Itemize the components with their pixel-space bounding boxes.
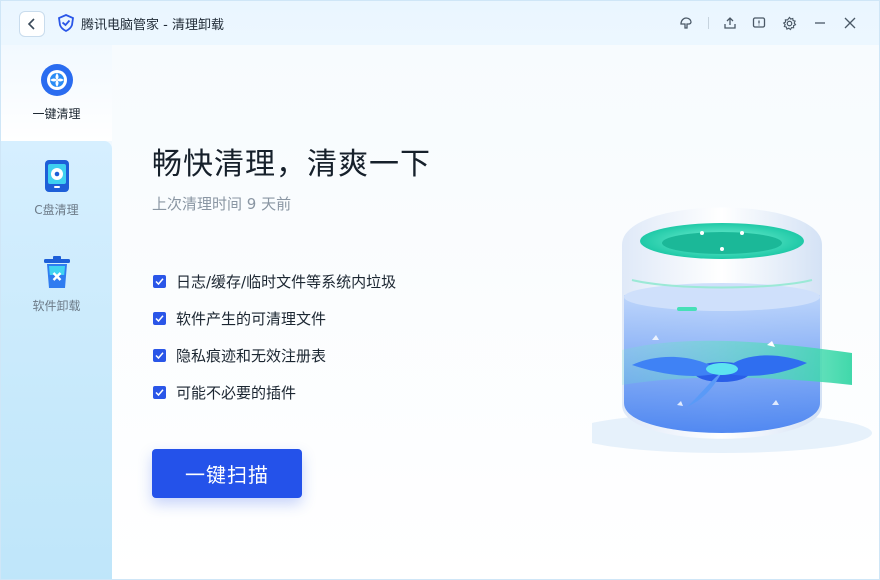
check-icon — [155, 278, 164, 286]
sidebar-item-label: C盘清理 — [34, 203, 79, 217]
sidebar-item-uninstall[interactable]: 软件卸载 — [1, 237, 112, 327]
checkbox[interactable] — [153, 312, 166, 325]
sidebar-item-c-drive[interactable]: C盘清理 — [1, 141, 112, 231]
clean-option-label: 日志/缓存/临时文件等系统内垃圾 — [176, 273, 397, 291]
checkbox[interactable] — [153, 386, 166, 399]
one-click-scan-button[interactable]: 一键扫描 — [152, 449, 302, 498]
clean-option-label: 隐私痕迹和无效注册表 — [176, 347, 327, 365]
cleaner-device-illustration — [592, 207, 872, 453]
feedback-icon — [752, 17, 766, 28]
app-window: 腾讯电脑管家 - 清理卸载 一键清理 C盘清理 软件卸载 畅快清理，清爽一下 上… — [0, 0, 880, 580]
clean-option[interactable]: 日志/缓存/临时文件等系统内垃圾 — [153, 263, 396, 300]
title-bar: 腾讯电脑管家 - 清理卸载 — [1, 1, 879, 45]
minimize-icon — [815, 22, 825, 24]
titlebar-divider — [708, 17, 709, 29]
minimize-button[interactable] — [810, 13, 830, 33]
app-logo-icon — [58, 14, 74, 32]
uninstall-trash-icon — [43, 256, 70, 288]
window-title: 腾讯电脑管家 - 清理卸载 — [81, 18, 224, 33]
skin-button[interactable] — [676, 13, 696, 33]
checkbox[interactable] — [153, 349, 166, 362]
back-icon — [27, 18, 35, 30]
check-icon — [155, 352, 164, 360]
clean-option[interactable]: 可能不必要的插件 — [153, 374, 396, 411]
clean-options-list: 日志/缓存/临时文件等系统内垃圾 软件产生的可清理文件 隐私痕迹和无效注册表 可… — [153, 263, 396, 411]
close-icon — [844, 17, 856, 29]
last-clean-time: 上次清理时间 9 天前 — [152, 195, 292, 213]
settings-icon — [782, 15, 796, 30]
check-icon — [155, 315, 164, 323]
skin-icon — [680, 17, 692, 29]
sidebar-item-one-click-clean[interactable]: 一键清理 — [1, 45, 112, 135]
sidebar-item-label: 一键清理 — [32, 107, 81, 121]
clean-option[interactable]: 软件产生的可清理文件 — [153, 300, 396, 337]
c-drive-icon — [44, 160, 69, 192]
main-panel: 畅快清理，清爽一下 上次清理时间 9 天前 日志/缓存/临时文件等系统内垃圾 软… — [112, 45, 879, 579]
share-button[interactable] — [720, 13, 740, 33]
page-headline: 畅快清理，清爽一下 — [152, 147, 431, 182]
feedback-button[interactable] — [749, 13, 769, 33]
share-icon — [724, 17, 736, 29]
back-button[interactable] — [19, 11, 45, 37]
clean-option[interactable]: 隐私痕迹和无效注册表 — [153, 337, 396, 374]
sidebar-item-label: 软件卸载 — [32, 299, 81, 313]
sidebar: 一键清理 C盘清理 软件卸载 — [1, 45, 112, 579]
settings-button[interactable] — [779, 13, 799, 33]
check-icon — [155, 389, 164, 397]
clean-option-label: 可能不必要的插件 — [176, 384, 297, 402]
one-click-clean-icon — [40, 64, 73, 96]
checkbox[interactable] — [153, 275, 166, 288]
clean-option-label: 软件产生的可清理文件 — [176, 310, 327, 328]
close-button[interactable] — [840, 13, 860, 33]
